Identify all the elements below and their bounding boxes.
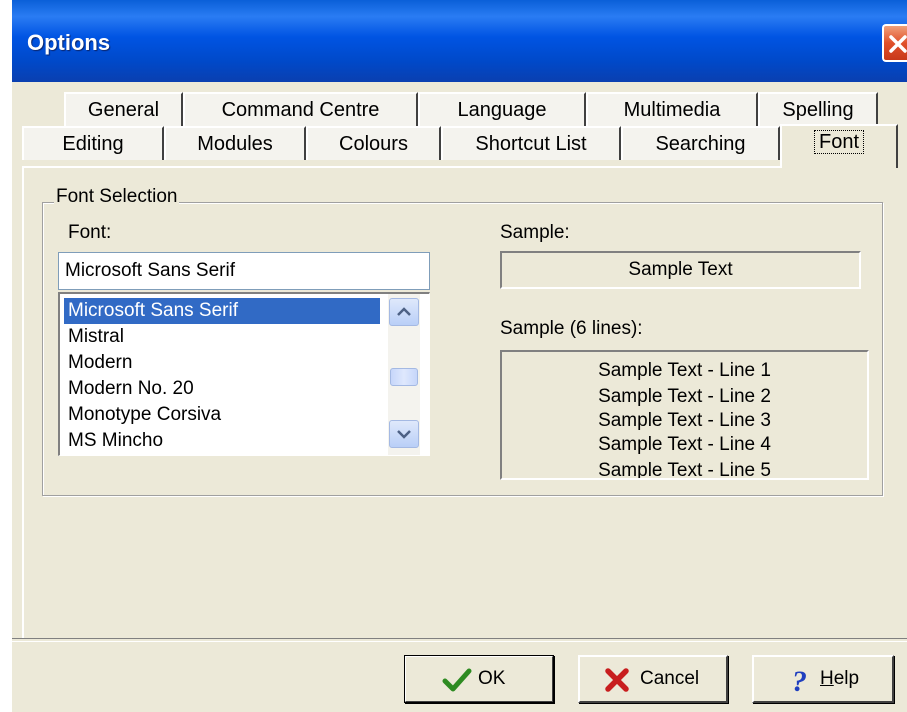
sample6-preview: Sample Text - Line 1 Sample Text - Line … bbox=[500, 350, 869, 480]
close-button[interactable] bbox=[882, 24, 907, 62]
tab-modules[interactable]: Modules bbox=[164, 126, 306, 160]
tab-shortcut-list[interactable]: Shortcut List bbox=[441, 126, 621, 160]
help-label: Help bbox=[820, 668, 860, 689]
list-scrollbar[interactable] bbox=[388, 294, 420, 455]
list-item[interactable]: Monotype Corsiva bbox=[64, 402, 380, 428]
tab-font[interactable]: Font bbox=[780, 124, 898, 168]
scroll-up-button[interactable] bbox=[389, 298, 419, 326]
title-bar[interactable]: Options bbox=[12, 0, 907, 82]
sample-preview: Sample Text bbox=[500, 251, 861, 289]
help-button[interactable]: ? Help bbox=[752, 655, 894, 703]
x-icon bbox=[605, 668, 629, 692]
tab-multimedia[interactable]: Multimedia bbox=[586, 92, 758, 126]
tab-editing[interactable]: Editing bbox=[22, 126, 164, 160]
list-item[interactable]: Mistral bbox=[64, 324, 380, 350]
sample-line: Sample Text - Line 4 bbox=[598, 434, 771, 455]
sample-line: Sample Text - Line 3 bbox=[598, 410, 771, 431]
cancel-button[interactable]: Cancel bbox=[578, 655, 728, 703]
tab-general[interactable]: General bbox=[64, 92, 183, 126]
scroll-down-button[interactable] bbox=[389, 420, 419, 448]
tab-language[interactable]: Language bbox=[418, 92, 586, 126]
chevron-down-icon bbox=[397, 430, 411, 439]
tab-searching[interactable]: Searching bbox=[621, 126, 780, 160]
svg-text:?: ? bbox=[792, 665, 807, 695]
list-item[interactable]: MS Mincho bbox=[64, 428, 380, 454]
sample6-label: Sample (6 lines): bbox=[500, 318, 643, 339]
list-item[interactable]: Microsoft Sans Serif bbox=[64, 298, 380, 324]
sample-line: Sample Text - Line 1 bbox=[598, 360, 771, 381]
ok-label: OK bbox=[478, 668, 506, 689]
font-label: Font: bbox=[68, 222, 112, 243]
cancel-label: Cancel bbox=[640, 668, 700, 689]
sample-label: Sample: bbox=[500, 222, 570, 243]
window-title: Options bbox=[27, 30, 111, 55]
ok-button[interactable]: OK bbox=[404, 655, 554, 703]
scroll-thumb[interactable] bbox=[390, 368, 418, 386]
button-separator bbox=[12, 638, 907, 642]
sample-line: Sample Text - Line 2 bbox=[598, 386, 771, 407]
tab-command-centre[interactable]: Command Centre bbox=[183, 92, 418, 126]
tab-spelling[interactable]: Spelling bbox=[758, 92, 878, 126]
font-input[interactable]: Microsoft Sans Serif bbox=[58, 252, 430, 290]
question-icon: ? bbox=[792, 665, 807, 695]
tab-colours[interactable]: Colours bbox=[306, 126, 441, 160]
font-listbox[interactable]: Microsoft Sans Serif Mistral Modern Mode… bbox=[58, 292, 430, 456]
font-selection-legend: Font Selection bbox=[54, 186, 180, 208]
close-icon bbox=[889, 35, 907, 53]
list-item[interactable]: Modern No. 20 bbox=[64, 376, 380, 402]
list-item[interactable]: Modern bbox=[64, 350, 380, 376]
chevron-up-icon bbox=[397, 307, 411, 316]
sample-line: Sample Text - Line 5 bbox=[598, 460, 771, 480]
check-icon bbox=[442, 668, 472, 692]
